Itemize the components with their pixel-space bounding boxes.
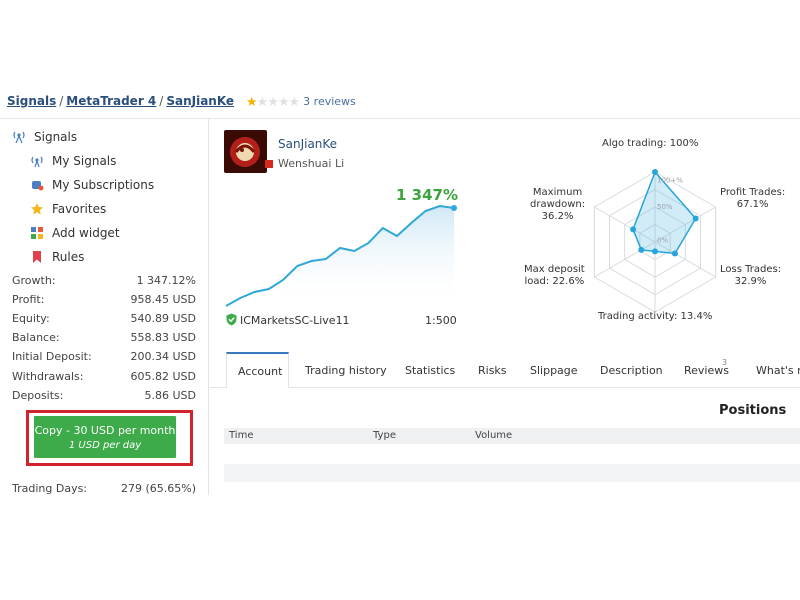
header-divider	[0, 118, 800, 119]
radar-label-profit-trades: Profit Trades: 67.1%	[720, 187, 786, 210]
stat-trading-days-value: 279 (65.65%)	[120, 482, 196, 495]
copy-price-label: Copy - 30 USD per month	[34, 424, 176, 437]
radar-label-loss-trades: Loss Trades: 32.9%	[720, 264, 782, 287]
radar-label-max-drawdown: Maximum drawdown: 36.2%	[530, 187, 586, 222]
widget-icon	[31, 227, 43, 239]
breadcrumb-signals-link[interactable]: Signals	[7, 94, 56, 108]
stat-balance-value: 558.83 USD	[130, 331, 197, 344]
radar-data-point	[652, 169, 658, 175]
table-row	[224, 464, 800, 482]
subscriptions-icon	[32, 181, 44, 191]
tab-trading-history[interactable]: Trading history	[305, 364, 387, 377]
stat-profit-label: Profit:	[12, 293, 45, 306]
shield-check-icon	[226, 313, 237, 326]
breadcrumb-separator: /	[159, 94, 164, 108]
star-filled-icon: ★	[245, 95, 258, 110]
reviews-count-badge: 3	[722, 358, 728, 367]
column-header-type[interactable]: Type	[373, 430, 396, 441]
sidebar-item-label: My Signals	[52, 154, 117, 168]
tab-whats-new[interactable]: What's ne	[756, 364, 800, 377]
tab-slippage[interactable]: Slippage	[530, 364, 578, 377]
breadcrumb-platform-link[interactable]: MetaTrader 4	[66, 94, 156, 108]
star-icon	[31, 203, 43, 215]
stat-deposits-label: Deposits:	[12, 389, 64, 402]
stat-profit-value: 958.45 USD	[130, 293, 197, 306]
sidebar-item-my-subscriptions[interactable]: My Subscriptions	[30, 175, 154, 195]
star-empty-icon: ★	[256, 95, 269, 110]
stat-equity-value: 540.89 USD	[130, 312, 197, 325]
sidebar-item-label: Rules	[52, 250, 85, 264]
sidebar-item-signals[interactable]: Signals	[12, 127, 77, 147]
growth-end-point	[451, 205, 457, 211]
sidebar-item-label: Favorites	[52, 202, 107, 216]
radar-tick-label: 50%	[657, 203, 673, 211]
radar-data-point	[638, 246, 645, 253]
tab-account[interactable]: Account	[226, 352, 289, 388]
column-header-time[interactable]: Time	[229, 430, 253, 441]
breadcrumb-signal-link[interactable]: SanJianKe	[166, 94, 234, 108]
sidebar-item-label: Add widget	[52, 226, 120, 240]
star-empty-icon: ★	[267, 95, 279, 110]
sidebar-item-label: My Subscriptions	[52, 178, 155, 192]
copy-daily-price-label: 1 USD per day	[68, 440, 142, 451]
growth-chart	[225, 204, 457, 307]
china-flag-icon	[265, 160, 273, 168]
antenna-icon	[13, 131, 25, 144]
stat-trading-days-label: Trading Days:	[12, 482, 88, 495]
stat-balance-label: Balance:	[12, 331, 60, 344]
tab-risks[interactable]: Risks	[478, 364, 507, 377]
radar-data-point	[652, 248, 658, 255]
broker-server[interactable]: ICMarketsSC-Live11	[240, 314, 350, 327]
stat-growth-label: Growth:	[12, 274, 56, 287]
signal-name[interactable]: SanJianKe	[278, 137, 337, 151]
sidebar-item-my-signals[interactable]: My Signals	[30, 151, 116, 171]
leverage: 1:500	[425, 314, 457, 327]
stat-withdrawals-value: 605.82 USD	[130, 370, 197, 383]
stat-initial-deposit-label: Initial Deposit:	[12, 350, 92, 363]
sidebar-item-favorites[interactable]: Favorites	[30, 199, 106, 219]
breadcrumb: Signals / MetaTrader 4/SanJianKe ★★★★★ 3 re…	[7, 94, 356, 110]
radar-tick-label: 100+%	[657, 176, 683, 184]
stat-equity-label: Equity:	[12, 312, 50, 325]
bookmark-icon	[33, 251, 41, 263]
tab-statistics[interactable]: Statistics	[405, 364, 455, 377]
tab-label: Account	[238, 365, 283, 378]
sidebar-divider	[208, 119, 209, 495]
radar-label-max-deposit-load: Max deposit load: 22.6%	[524, 264, 585, 287]
radar-tick-label: 0%	[657, 237, 668, 245]
radar-data-point	[630, 226, 637, 233]
sidebar-item-add-widget[interactable]: Add widget	[30, 223, 120, 243]
stat-withdrawals-label: Withdrawals:	[12, 370, 84, 383]
radar-label-trading-activity: Trading activity: 13.4%	[598, 311, 713, 322]
star-empty-icon: ★	[288, 95, 301, 110]
stat-growth-value: 1 347.12%	[136, 274, 196, 287]
stat-deposits-value: 5.86 USD	[144, 389, 197, 402]
radar-data-point	[692, 215, 699, 222]
tab-description[interactable]: Description	[600, 364, 663, 377]
broadcast-icon	[31, 156, 43, 168]
radar-data-point	[671, 250, 678, 257]
column-header-volume[interactable]: Volume	[475, 430, 512, 441]
radar-label-algo-trading: Algo trading: 100%	[602, 138, 699, 149]
tabs-baseline	[210, 387, 800, 388]
author-name[interactable]: Wenshuai Li	[278, 157, 344, 170]
sidebar-item-rules[interactable]: Rules	[30, 247, 84, 267]
reviews-link[interactable]: 3 reviews	[303, 95, 356, 108]
avatar[interactable]	[224, 130, 267, 173]
copy-subscribe-button[interactable]: Copy - 30 USD per month 1 USD per day	[34, 416, 176, 458]
star-empty-icon: ★	[277, 95, 290, 110]
sidebar-item-label: Signals	[34, 130, 78, 144]
positions-title: Positions	[719, 403, 787, 418]
rating-stars: ★★★★★	[245, 95, 301, 110]
radar-chart: 100+% 50% 0%	[593, 169, 717, 313]
stat-initial-deposit-value: 200.34 USD	[130, 350, 197, 363]
breadcrumb-separator: /	[59, 94, 64, 108]
